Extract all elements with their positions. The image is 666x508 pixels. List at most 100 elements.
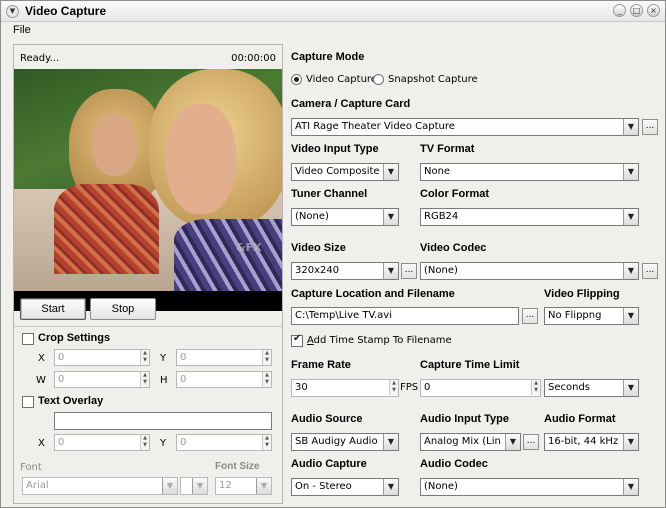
chevron-down-icon[interactable]: ▼ — [383, 434, 398, 450]
spin-arrows-icon[interactable]: ▲ ▼ — [262, 350, 271, 365]
spin-arrows-icon[interactable]: ▲ ▼ — [262, 372, 271, 387]
maximize-button[interactable]: □ — [630, 4, 643, 17]
audio-codec-select[interactable]: (None) ▼ — [420, 478, 639, 496]
crop-h-spinner[interactable]: 0 ▲ ▼ — [176, 371, 272, 388]
preview-person-right-face — [166, 104, 236, 214]
video-input-type-select[interactable]: Video Composite ▼ — [291, 163, 399, 181]
frame-rate-label: Frame Rate — [291, 359, 351, 371]
chevron-down-icon[interactable]: ▼ — [192, 478, 207, 494]
time-unit-select[interactable]: Seconds ▼ — [544, 379, 639, 397]
spin-arrows-icon[interactable]: ▲ ▼ — [140, 435, 149, 450]
stop-button[interactable]: Stop — [90, 298, 156, 320]
crop-w-label: W — [36, 375, 46, 386]
tv-format-label: TV Format — [420, 143, 475, 155]
preview-person-left-face — [92, 114, 137, 176]
overlay-y-value: 0 — [180, 437, 187, 448]
chevron-down-icon[interactable]: ▼ — [505, 434, 520, 450]
crop-x-spinner[interactable]: 0 ▲ ▼ — [54, 349, 150, 366]
color-format-label: Color Format — [420, 188, 490, 200]
channel-watermark: &FX — [236, 241, 262, 254]
font-label: Font — [20, 462, 42, 473]
camera-settings-button[interactable]: ... — [642, 119, 658, 135]
timestamp-label[interactable]: Add Time Stamp To Filename — [307, 335, 452, 346]
tuner-channel-select[interactable]: (None) ▼ — [291, 208, 399, 226]
font-value: Arial — [26, 480, 49, 491]
chevron-down-icon[interactable]: ▼ — [383, 263, 398, 279]
overlay-y-spinner[interactable]: 0 ▲ ▼ — [176, 434, 272, 451]
chevron-down-icon[interactable]: ▼ — [383, 209, 398, 225]
tuner-channel-label: Tuner Channel — [291, 188, 368, 200]
preview-person-left-body — [54, 184, 159, 274]
video-codec-select[interactable]: (None) ▼ — [420, 262, 639, 280]
title-bar: ▼ Video Capture _ □ × — [1, 1, 665, 22]
camera-select[interactable]: ATI Rage Theater Video Capture ▼ — [291, 118, 639, 136]
color-format-value: RGB24 — [424, 211, 459, 222]
audio-input-type-value: Analog Mix (Line/CD — [424, 436, 501, 447]
audio-source-label: Audio Source — [291, 413, 363, 425]
spin-arrows-icon[interactable]: ▲ ▼ — [531, 380, 540, 395]
close-button[interactable]: × — [647, 4, 660, 17]
text-overlay-checkbox[interactable] — [22, 396, 34, 408]
snapshot-capture-radio[interactable] — [373, 74, 384, 85]
font-size-select[interactable]: 12 ▼ — [215, 477, 272, 495]
crop-settings-checkbox[interactable] — [22, 333, 34, 345]
tv-format-select[interactable]: None ▼ — [420, 163, 639, 181]
capture-timer: 00:00:00 — [231, 53, 276, 64]
chevron-down-icon[interactable]: ▼ — [383, 479, 398, 495]
crop-y-spinner[interactable]: 0 ▲ ▼ — [176, 349, 272, 366]
spin-arrows-icon[interactable]: ▲ ▼ — [140, 372, 149, 387]
overlay-text-input[interactable] — [54, 412, 272, 430]
spin-arrows-icon[interactable]: ▲ ▼ — [262, 435, 271, 450]
video-size-settings-button[interactable]: ... — [401, 263, 417, 279]
chevron-down-icon[interactable]: ▼ — [623, 434, 638, 450]
audio-source-select[interactable]: SB Audigy Audio [B8C ▼ — [291, 433, 399, 451]
font-select[interactable]: Arial ▼ — [22, 477, 178, 495]
chevron-down-icon[interactable]: ▼ — [623, 164, 638, 180]
capture-time-limit-spinner[interactable]: 0 ▲ ▼ — [420, 379, 541, 397]
capture-location-input[interactable]: C:\Temp\Live TV.avi — [291, 307, 519, 325]
system-menu-icon[interactable]: ▼ — [6, 5, 19, 18]
chevron-down-icon[interactable]: ▼ — [623, 263, 638, 279]
minimize-button[interactable]: _ — [613, 4, 626, 17]
chevron-down-icon[interactable]: ▼ — [623, 209, 638, 225]
chevron-down-icon[interactable]: ▼ — [383, 164, 398, 180]
start-button[interactable]: Start — [20, 298, 86, 320]
video-codec-settings-button[interactable]: ... — [642, 263, 658, 279]
crop-settings-label: Crop Settings — [38, 332, 111, 344]
video-capture-radio[interactable] — [291, 74, 302, 85]
chevron-down-icon[interactable]: ▼ — [623, 479, 638, 495]
overlay-x-label: X — [38, 438, 45, 449]
spin-arrows-icon[interactable]: ▲ ▼ — [389, 380, 398, 395]
overlay-x-spinner[interactable]: 0 ▲ ▼ — [54, 434, 150, 451]
color-format-select[interactable]: RGB24 ▼ — [420, 208, 639, 226]
audio-format-select[interactable]: 16-bit, 44 kHz ▼ — [544, 433, 639, 451]
spin-arrows-icon[interactable]: ▲ ▼ — [140, 350, 149, 365]
audio-input-type-select[interactable]: Analog Mix (Line/CD ▼ — [420, 433, 521, 451]
chevron-down-icon[interactable]: ▼ — [162, 478, 177, 494]
font-style-select[interactable]: ▼ — [180, 477, 208, 495]
chevron-down-icon[interactable]: ▼ — [623, 380, 638, 396]
audio-input-settings-button[interactable]: ... — [523, 434, 539, 450]
overlay-y-label: Y — [160, 438, 167, 449]
timestamp-checkbox[interactable] — [291, 333, 303, 347]
text-overlay-label: Text Overlay — [38, 395, 104, 407]
capture-mode-label: Capture Mode — [291, 51, 365, 63]
frame-rate-spinner[interactable]: 30 ▲ ▼ — [291, 379, 399, 397]
audio-source-value: SB Audigy Audio [B8C — [295, 436, 379, 447]
video-flipping-select[interactable]: No Flippng ▼ — [544, 307, 639, 325]
video-capture-radio-label[interactable]: Video Capture — [306, 74, 377, 85]
chevron-down-icon[interactable]: ▼ — [623, 308, 638, 324]
fps-unit-label: FPS — [400, 382, 419, 393]
crop-w-spinner[interactable]: 0 ▲ ▼ — [54, 371, 150, 388]
capture-time-limit-label: Capture Time Limit — [420, 359, 520, 371]
snapshot-capture-radio-label[interactable]: Snapshot Capture — [388, 74, 478, 85]
chevron-down-icon[interactable]: ▼ — [623, 119, 638, 135]
crop-w-value: 0 — [58, 374, 65, 385]
chevron-down-icon[interactable]: ▼ — [256, 478, 271, 494]
audio-capture-select[interactable]: On - Stereo ▼ — [291, 478, 399, 496]
audio-format-label: Audio Format — [544, 413, 616, 425]
video-flipping-value: No Flippng — [548, 310, 602, 321]
browse-location-button[interactable]: ... — [522, 308, 538, 324]
video-size-select[interactable]: 320x240 ▼ — [291, 262, 399, 280]
menu-file[interactable]: File — [13, 24, 31, 36]
